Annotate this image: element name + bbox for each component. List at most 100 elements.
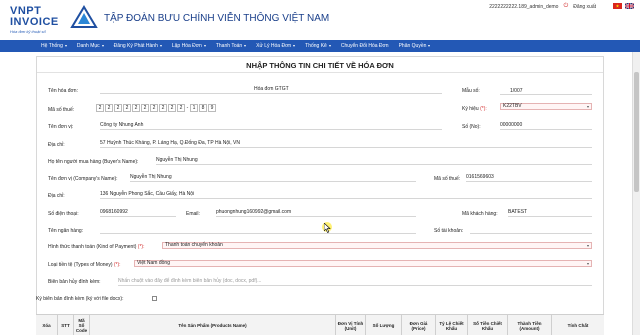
number-value: 00000000 <box>500 122 523 128</box>
customer-code-label: Mã khách hàng: <box>462 211 498 217</box>
nav-label: Lập Hóa Đơn <box>171 43 202 49</box>
buyer-address-value: 136 Nguyễn Phong Sắc, Cầu Giấy, Hà Nội <box>100 191 195 197</box>
buyer-name-label: Họ tên người mua hàng (Buyer's Name): <box>48 159 139 165</box>
logout-link[interactable]: Đăng xuất <box>573 4 596 10</box>
logo-text-invoice: INVOICE <box>10 16 59 28</box>
address-value: 57 Huỳnh Thúc Kháng, P. Láng Hạ, Q.Đống … <box>100 140 240 146</box>
unit-name-field[interactable] <box>100 129 442 130</box>
nav-danh-muc[interactable]: Danh Mục <box>72 43 109 49</box>
bank-account-label: Số tài khoản: <box>434 228 464 234</box>
cancel-record-label: Biên bản hủy đính kèm: <box>48 279 101 285</box>
tax-code-label: Mã số thuế: <box>48 107 75 113</box>
nav-phan-quyen[interactable]: Phân Quyền <box>394 43 436 49</box>
nav-label: Hệ Thống <box>41 43 63 49</box>
page-scrollbar[interactable] <box>632 52 640 335</box>
divider <box>37 72 603 73</box>
tax-code-boxes[interactable]: 2 2 2 2 2 2 2 2 2 2 - 1 8 9 <box>96 104 216 112</box>
vnpt-invoice-logo[interactable]: VNPT INVOICE Hóa đơn kỹ thuật số <box>6 2 98 36</box>
phone-field[interactable] <box>100 216 176 217</box>
buyer-address-field[interactable] <box>100 198 592 199</box>
symbol-select[interactable]: K22TBV <box>500 103 592 110</box>
tax-digit: 2 <box>150 104 158 112</box>
caret-down-icon <box>293 45 296 47</box>
sign-record-label: Ký biên bản đính kèm (ký với file docx): <box>36 296 124 302</box>
tax-digit: 2 <box>177 104 185 112</box>
number-label: Số (No): <box>462 124 481 130</box>
caret-down-icon <box>101 45 104 47</box>
tax-digit: 9 <box>208 104 216 112</box>
uk-flag-icon[interactable] <box>625 3 634 9</box>
col-so-tien-chiet-khau: Số Tiền Chiết Khấu <box>468 315 508 335</box>
scrollbar-thumb[interactable] <box>634 72 639 192</box>
email-value: phuongnhung160992@gmail.com <box>216 209 292 215</box>
bank-name-field[interactable] <box>100 233 416 234</box>
tax-digit: 1 <box>190 104 198 112</box>
buyer-name-value: Nguyễn Thị Nhung <box>156 157 198 163</box>
logo-mark-icon <box>70 5 98 28</box>
nav-xu-ly-hoa-don[interactable]: Xử Lý Hóa Đơn <box>251 43 300 49</box>
tax-dash: - <box>186 104 189 112</box>
cancel-record-placeholder[interactable]: Nhấn chuột vào đây để đính kèm biên bản … <box>118 278 261 284</box>
nav-label: Danh Mục <box>76 43 100 49</box>
nav-thong-ke[interactable]: Thống Kê <box>300 43 336 49</box>
tax-digit: 2 <box>96 104 104 112</box>
phone-label: Số điện thoại: <box>48 211 79 217</box>
main-nav: Hệ Thống Danh Mục Đăng Ký Phát Hành Lập … <box>0 40 640 52</box>
payment-select-value: Thanh toán chuyển khoản <box>165 242 223 248</box>
email-field[interactable] <box>216 216 416 217</box>
bank-name-label: Tên ngân hàng: <box>48 228 84 234</box>
nav-chuyen-doi-hoa-don[interactable]: Chuyển Đổi Hóa Đơn <box>336 43 394 49</box>
tax-digit: 2 <box>123 104 131 112</box>
payment-select[interactable]: Thanh toán chuyển khoản <box>162 242 592 249</box>
language-switcher <box>613 3 634 9</box>
caret-down-icon <box>64 45 67 47</box>
template-field[interactable] <box>500 94 592 95</box>
username[interactable]: 2222222222.189_admin_demo <box>489 4 558 10</box>
buyer-tax-field[interactable] <box>466 181 592 182</box>
col-don-gia: Đơn Giá (Price) <box>402 315 436 335</box>
vietnam-flag-icon[interactable] <box>613 3 622 9</box>
nav-dang-ky-phat-hanh[interactable]: Đăng Ký Phát Hành <box>109 43 167 49</box>
app-header: VNPT INVOICE Hóa đơn kỹ thuật số TẬP ĐOÀ… <box>0 0 640 40</box>
nav-thanh-toan[interactable]: Thanh Toán <box>211 43 251 49</box>
phone-value: 0968160992 <box>100 209 128 215</box>
number-field[interactable] <box>500 129 592 130</box>
nav-lap-hoa-don[interactable]: Lập Hóa Đơn <box>167 43 211 49</box>
invoice-name-value: Hóa đơn GTGT <box>254 86 289 92</box>
nav-label: Thanh Toán <box>215 43 243 49</box>
symbol-label-text: Ký hiệu <box>462 106 479 112</box>
symbol-label: Ký hiệu (*): <box>462 106 487 112</box>
company-name-field[interactable] <box>130 181 416 182</box>
buyer-tax-label: Mã số thuế: <box>434 176 461 182</box>
unit-name-label: Tên đơn vị: <box>48 124 74 130</box>
currency-select[interactable]: Việt Nam đồng <box>134 260 592 267</box>
caret-down-icon <box>428 45 431 47</box>
invoice-name-field[interactable] <box>100 93 442 94</box>
nav-he-thong[interactable]: Hệ Thống <box>36 43 72 49</box>
caret-down-icon <box>244 45 247 47</box>
cancel-record-field[interactable] <box>118 285 592 286</box>
tax-digit: 2 <box>159 104 167 112</box>
chevron-down-icon <box>587 262 589 265</box>
required-mark: (*): <box>113 262 121 268</box>
buyer-address-label: Địa chỉ: <box>48 193 65 199</box>
required-mark: (*): <box>480 106 487 112</box>
tax-digit: 2 <box>168 104 176 112</box>
currency-select-value: Việt Nam đồng <box>137 260 170 266</box>
nav-label: Thống Kê <box>305 43 327 49</box>
nav-label: Chuyển Đổi Hóa Đơn <box>340 43 389 49</box>
caret-down-icon <box>159 45 162 47</box>
buyer-name-field[interactable] <box>156 164 592 165</box>
logout-icon[interactable]: ⏻ <box>563 3 568 10</box>
unit-name-value: Công ty Nhung Anh <box>100 122 144 128</box>
customer-code-field[interactable] <box>508 216 592 217</box>
invoice-name-label: Tên hóa đơn: <box>48 88 78 94</box>
bank-account-field[interactable] <box>470 233 592 234</box>
address-field[interactable] <box>100 147 592 148</box>
buyer-tax-value: 0161569603 <box>466 174 494 180</box>
logo-tagline: Hóa đơn kỹ thuật số <box>10 29 46 34</box>
tax-digit: 8 <box>199 104 207 112</box>
user-box: 2222222222.189_admin_demo ⏻ Đăng xuất <box>489 3 596 10</box>
sign-record-checkbox[interactable] <box>152 296 157 301</box>
currency-label-text: Loại tiền tệ (Types of Money) <box>48 262 113 268</box>
